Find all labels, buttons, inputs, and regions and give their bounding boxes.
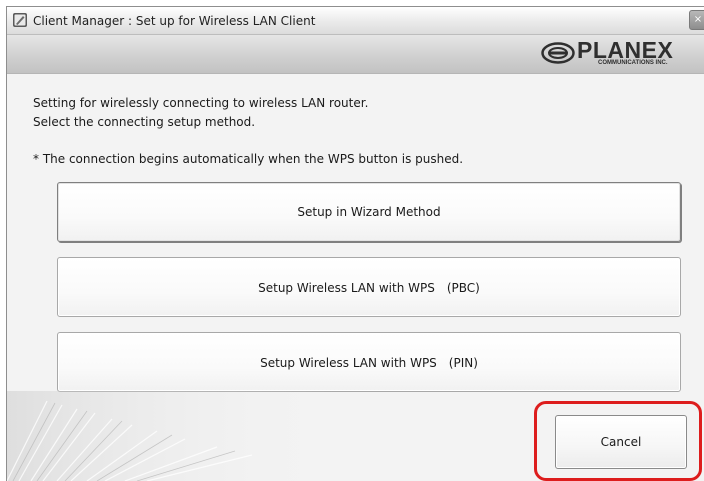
intro-text: Setting for wirelessly connecting to wir… xyxy=(33,94,368,132)
header-banner: PLANEX COMMUNICATIONS INC. xyxy=(7,35,704,74)
setup-wps-pbc-button[interactable]: Setup Wireless LAN with WPS (PBC) xyxy=(57,257,681,317)
title-bar[interactable]: Client Manager : Set up for Wireless LAN… xyxy=(7,7,704,35)
planex-logo: PLANEX COMMUNICATIONS INC. xyxy=(541,37,701,70)
cancel-button[interactable]: Cancel xyxy=(555,415,687,469)
window-title: Client Manager : Set up for Wireless LAN… xyxy=(33,14,316,28)
app-icon xyxy=(13,13,27,27)
close-button[interactable]: × xyxy=(689,10,704,30)
wps-note: * The connection begins automatically wh… xyxy=(33,152,464,166)
background-decoration xyxy=(7,391,337,481)
logo-subtext: COMMUNICATIONS INC. xyxy=(598,60,668,66)
client-manager-window: Client Manager : Set up for Wireless LAN… xyxy=(6,6,704,481)
setup-wizard-button[interactable]: Setup in Wizard Method xyxy=(57,182,681,242)
planex-logo-icon xyxy=(541,42,575,64)
intro-line-1: Setting for wirelessly connecting to wir… xyxy=(33,96,369,110)
setup-wps-pin-button[interactable]: Setup Wireless LAN with WPS (PIN) xyxy=(57,332,681,392)
intro-line-2: Select the connecting setup method. xyxy=(33,115,256,129)
